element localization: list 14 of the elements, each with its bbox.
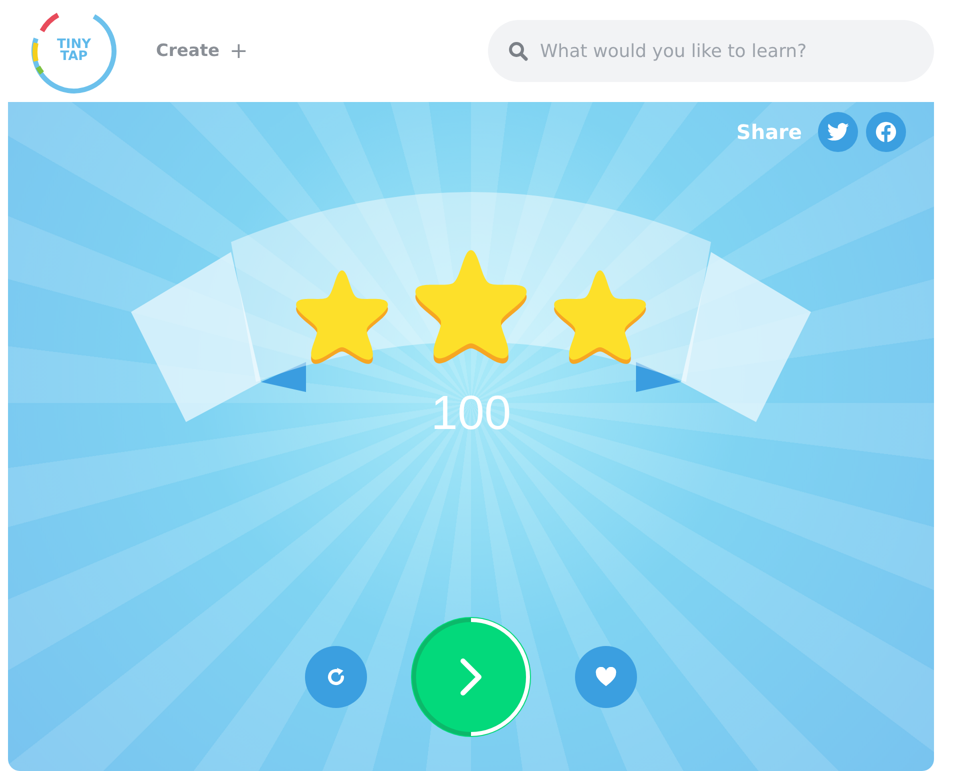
twitter-button[interactable] (818, 112, 858, 152)
share-label: Share (736, 120, 802, 144)
bird-icon (827, 123, 849, 141)
create-link[interactable]: Create + (156, 38, 248, 64)
facebook-icon (875, 121, 897, 143)
chevron-right-icon (459, 657, 483, 697)
score: 100 (430, 386, 512, 441)
logo-text: TAP (60, 51, 88, 63)
search-icon (508, 41, 528, 61)
facebook-button[interactable] (866, 112, 906, 152)
heart-icon (595, 667, 617, 687)
refresh-icon (325, 666, 347, 688)
search-field[interactable]: What would you like to learn? (488, 20, 934, 82)
logo-text: TINY (57, 39, 91, 51)
